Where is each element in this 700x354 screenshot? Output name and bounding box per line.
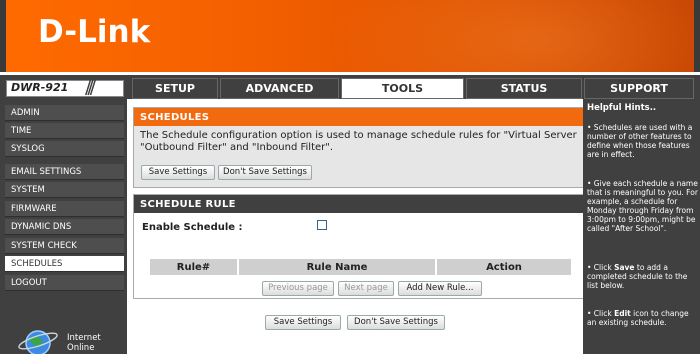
sidebar-item-firmware[interactable]: FIRMWARE <box>5 201 124 217</box>
enable-schedule-checkbox[interactable] <box>317 220 327 230</box>
footer-dont-save-settings-button[interactable]: Don't Save Settings <box>347 315 445 330</box>
internet-globe-icon <box>18 330 58 354</box>
schedules-title: SCHEDULES <box>134 108 583 126</box>
schedules-panel: SCHEDULES The Schedule configuration opt… <box>133 107 584 188</box>
tab-setup[interactable]: SETUP <box>132 78 218 99</box>
dlink-logo: D-Link <box>38 14 151 50</box>
column-rule-name: Rule Name <box>306 262 368 273</box>
header-banner: D-Link <box>0 0 700 72</box>
next-page-button[interactable]: Next page <box>338 281 394 296</box>
router-admin-page: D-Link DWR-921 /// SETUP ADVANCED TOOLS … <box>0 0 700 354</box>
schedule-rule-title: SCHEDULE RULE <box>134 195 583 213</box>
top-nav: DWR-921 /// SETUP ADVANCED TOOLS STATUS … <box>0 72 700 99</box>
tab-status[interactable]: STATUS <box>466 78 582 99</box>
hint-text-3: • Click Save to add a completed schedule… <box>587 263 688 290</box>
hint-text-4: • Click Edit icon to change an existing … <box>587 309 689 327</box>
main-content: SCHEDULES The Schedule configuration opt… <box>127 99 584 354</box>
column-action: Action <box>486 262 522 273</box>
tab-support[interactable]: SUPPORT <box>584 78 694 99</box>
hints-title: Helpful Hints.. <box>587 103 657 113</box>
footer-save-settings-button[interactable]: Save Settings <box>265 315 341 330</box>
add-new-rule-button[interactable]: Add New Rule... <box>398 281 482 296</box>
helpful-hints-panel: Helpful Hints.. • Schedules are used wit… <box>583 99 700 354</box>
schedules-description: The Schedule configuration option is use… <box>140 130 577 153</box>
tab-tools[interactable]: TOOLS <box>341 78 464 99</box>
column-rule-number: Rule# <box>176 262 211 273</box>
slash-decoration: /// <box>85 76 96 98</box>
sidebar-item-email-settings[interactable]: EMAIL SETTINGS <box>5 164 124 180</box>
schedule-table-header: Rule# Rule Name Action <box>150 259 571 277</box>
internet-status-text: Internet Online <box>67 333 101 353</box>
save-settings-button[interactable]: Save Settings <box>141 165 215 180</box>
sidebar-item-dynamic-dns[interactable]: DYNAMIC DNS <box>5 219 124 235</box>
schedule-rule-panel: SCHEDULE RULE Enable Schedule : Rule# Ru… <box>133 194 584 299</box>
hint-text-1: • Schedules are used with a number of ot… <box>587 123 693 159</box>
dont-save-settings-button[interactable]: Don't Save Settings <box>218 165 312 180</box>
model-label: DWR-921 <box>11 81 69 94</box>
sidebar-item-time[interactable]: TIME <box>5 123 124 139</box>
sidebar-item-system-check[interactable]: SYSTEM CHECK <box>5 238 124 254</box>
sidebar-item-admin[interactable]: ADMIN <box>5 105 124 121</box>
sidebar-item-system[interactable]: SYSTEM <box>5 182 124 198</box>
sidebar-item-schedules[interactable]: SCHEDULES <box>5 256 124 272</box>
sidebar-item-syslog[interactable]: SYSLOG <box>5 141 124 157</box>
model-badge: DWR-921 /// <box>6 76 124 98</box>
enable-schedule-label: Enable Schedule : <box>142 222 243 233</box>
tab-advanced[interactable]: ADVANCED <box>220 78 339 99</box>
previous-page-button[interactable]: Previous page <box>262 281 334 296</box>
sidebar-item-logout[interactable]: LOGOUT <box>5 275 124 291</box>
hint-text-2: • Give each schedule a name that is mean… <box>587 179 698 233</box>
